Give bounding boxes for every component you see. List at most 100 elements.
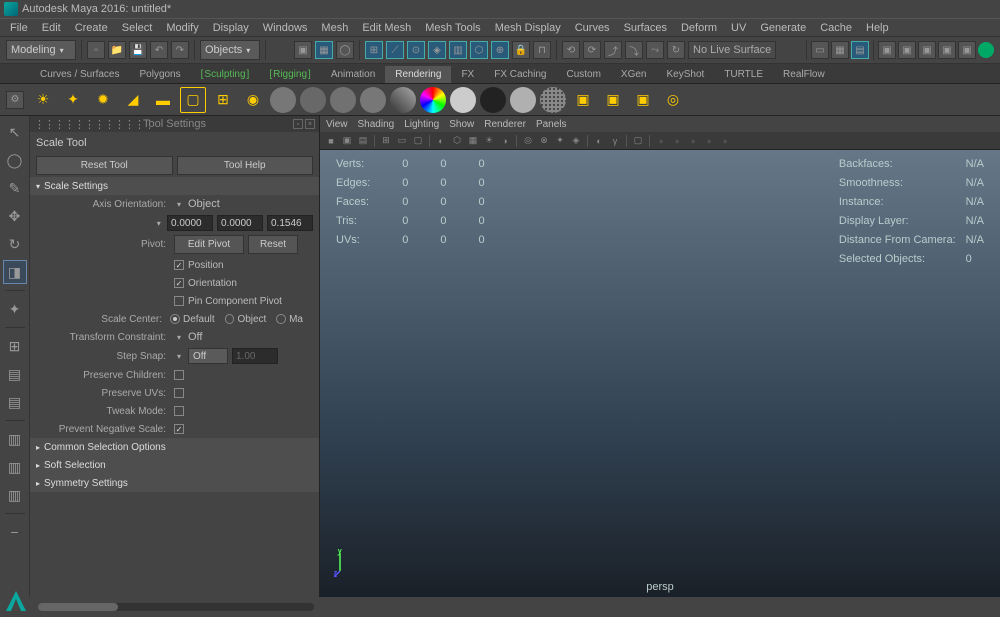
vp-light-icon[interactable]: ☀	[482, 134, 496, 148]
menu-uv[interactable]: UV	[725, 21, 752, 35]
viewport[interactable]: Verts:000 Edges:000 Faces:000 Tris:000 U…	[320, 150, 1000, 597]
vp-shadow-icon[interactable]: ◑	[498, 134, 512, 148]
panel2-tool-icon[interactable]: ▤	[3, 390, 27, 414]
vp-texture-icon[interactable]: ▦	[466, 134, 480, 148]
coord-z-input[interactable]	[267, 215, 313, 231]
new-scene-icon[interactable]: ▫	[87, 41, 105, 59]
menu-file[interactable]: File	[4, 21, 34, 35]
shelf-gear-icon[interactable]: ⚙	[6, 91, 24, 109]
lock-icon[interactable]: 🔒	[512, 41, 530, 59]
vp-film-icon[interactable]: ▭	[395, 134, 409, 148]
coord-x-input[interactable]	[167, 215, 213, 231]
vp-a4-icon[interactable]: ▫	[702, 134, 716, 148]
coord-y-input[interactable]	[217, 215, 263, 231]
menu-edit[interactable]: Edit	[36, 21, 67, 35]
magnet-icon[interactable]: ⊓	[533, 41, 551, 59]
vp-menu-shading[interactable]: Shading	[358, 119, 395, 130]
vp-aa-icon[interactable]: ◈	[569, 134, 583, 148]
material-lambert-icon[interactable]	[270, 87, 296, 113]
shelf-tab-sculpting[interactable]: Sculpting	[191, 66, 260, 83]
light-volume-icon[interactable]: ▢	[180, 87, 206, 113]
snap-live-icon[interactable]: ⬡	[470, 41, 488, 59]
lasso-icon[interactable]: ◯	[336, 41, 354, 59]
menu-create[interactable]: Create	[69, 21, 114, 35]
batch-render-icon[interactable]: ▣	[630, 87, 656, 113]
output-icon[interactable]: ⤵	[625, 41, 643, 59]
snap-center-icon[interactable]: ⊕	[491, 41, 509, 59]
vp-a2-icon[interactable]: ▫	[670, 134, 684, 148]
panel-header[interactable]: ⋮⋮⋮⋮⋮⋮⋮⋮⋮⋮⋮⋮ Tool Settings ▫×	[30, 116, 319, 132]
shelf-tab-xgen[interactable]: XGen	[611, 66, 657, 83]
lasso-tool-icon[interactable]: ◯	[3, 148, 27, 172]
render-icon[interactable]: ▣	[878, 41, 896, 59]
dock-grip-icon[interactable]: ⋮⋮⋮⋮⋮⋮⋮⋮⋮⋮⋮⋮	[34, 118, 154, 131]
panel-close-icon[interactable]: ×	[305, 119, 315, 129]
preserve-children-checkbox[interactable]	[174, 370, 184, 380]
settings-scrollbar[interactable]	[38, 603, 314, 611]
graph-tool-icon[interactable]: ▥	[3, 455, 27, 479]
vp-menu-panels[interactable]: Panels	[536, 119, 567, 130]
menu-cache[interactable]: Cache	[814, 21, 858, 35]
open-scene-icon[interactable]: 📁	[108, 41, 126, 59]
history-icon[interactable]: ⟲	[562, 41, 580, 59]
vp-xray-icon[interactable]: ⊗	[537, 134, 551, 148]
layout-tool-icon[interactable]: ⊞	[3, 334, 27, 358]
menu-mesh-display[interactable]: Mesh Display	[489, 21, 567, 35]
construction-icon[interactable]: ⟳	[583, 41, 601, 59]
vp-exposure-icon[interactable]: ◐	[592, 134, 606, 148]
layout-four-icon[interactable]: ▦	[831, 41, 849, 59]
snap-point-icon[interactable]: ⊙	[407, 41, 425, 59]
shelf-tab-keyshot[interactable]: KeyShot	[657, 66, 715, 83]
hypergraph-tool-icon[interactable]: ▥	[3, 483, 27, 507]
select-mask-icon[interactable]: ▣	[294, 41, 312, 59]
transform-constraint-chevron-icon[interactable]: ▾	[174, 333, 184, 342]
tool-help-button[interactable]: Tool Help	[177, 156, 314, 175]
vp-gamma-icon[interactable]: γ	[608, 134, 622, 148]
menu-display[interactable]: Display	[207, 21, 255, 35]
menu-help[interactable]: Help	[860, 21, 895, 35]
layout-outliner-icon[interactable]: ▤	[851, 41, 869, 59]
vp-isolate-icon[interactable]: ◎	[521, 134, 535, 148]
layout-single-icon[interactable]: ▭	[811, 41, 829, 59]
light-point-icon[interactable]: ✹	[90, 87, 116, 113]
menu-deform[interactable]: Deform	[675, 21, 723, 35]
render-view-icon[interactable]: ▣	[570, 87, 596, 113]
select-tool-icon[interactable]: ↖	[3, 120, 27, 144]
graph-icon[interactable]: ⤳	[646, 41, 664, 59]
live-surface-field[interactable]: No Live Surface	[688, 41, 776, 59]
sphere-icon[interactable]: ◉	[240, 87, 266, 113]
menu-windows[interactable]: Windows	[257, 21, 314, 35]
workspace-mode-dropdown[interactable]: Modeling	[6, 40, 76, 60]
snap-view-icon[interactable]: ▥	[449, 41, 467, 59]
vp-wire-icon[interactable]: ⬡	[450, 134, 464, 148]
menu-mesh-tools[interactable]: Mesh Tools	[419, 21, 486, 35]
menu-surfaces[interactable]: Surfaces	[618, 21, 673, 35]
material-shader-icon[interactable]	[420, 87, 446, 113]
panel-tool-icon[interactable]: ▤	[3, 362, 27, 386]
menu-modify[interactable]: Modify	[160, 21, 204, 35]
shelf-tab-rigging[interactable]: Rigging	[259, 66, 320, 83]
select-mode-icon[interactable]: ▦	[315, 41, 333, 59]
scale-center-object-radio[interactable]	[225, 314, 235, 324]
vp-grid-icon[interactable]: ⊞	[379, 134, 393, 148]
vp-menu-lighting[interactable]: Lighting	[404, 119, 439, 130]
shelf-tab-polygons[interactable]: Polygons	[129, 66, 190, 83]
light-spot-icon[interactable]: ◢	[120, 87, 146, 113]
prevent-negative-checkbox[interactable]: ✓	[174, 424, 184, 434]
panel-undock-icon[interactable]: ▫	[293, 119, 303, 129]
grid-icon[interactable]: ⊞	[210, 87, 236, 113]
material-anisotropic-icon[interactable]	[480, 87, 506, 113]
ipr-icon[interactable]: ▣	[898, 41, 916, 59]
vp-a5-icon[interactable]: ▫	[718, 134, 732, 148]
menu-generate[interactable]: Generate	[754, 21, 812, 35]
shelf-tab-fx[interactable]: FX	[451, 66, 484, 83]
scale-center-default-radio[interactable]	[170, 314, 180, 324]
reset-pivot-button[interactable]: Reset	[248, 235, 298, 254]
light-directional-icon[interactable]: ✦	[60, 87, 86, 113]
scale-settings-section[interactable]: Scale Settings	[30, 177, 319, 195]
vp-menu-show[interactable]: Show	[449, 119, 474, 130]
render-active-icon[interactable]	[978, 42, 994, 58]
vp-camera-icon[interactable]: ■	[324, 134, 338, 148]
vp-a3-icon[interactable]: ▫	[686, 134, 700, 148]
vp-image-icon[interactable]: ▤	[356, 134, 370, 148]
